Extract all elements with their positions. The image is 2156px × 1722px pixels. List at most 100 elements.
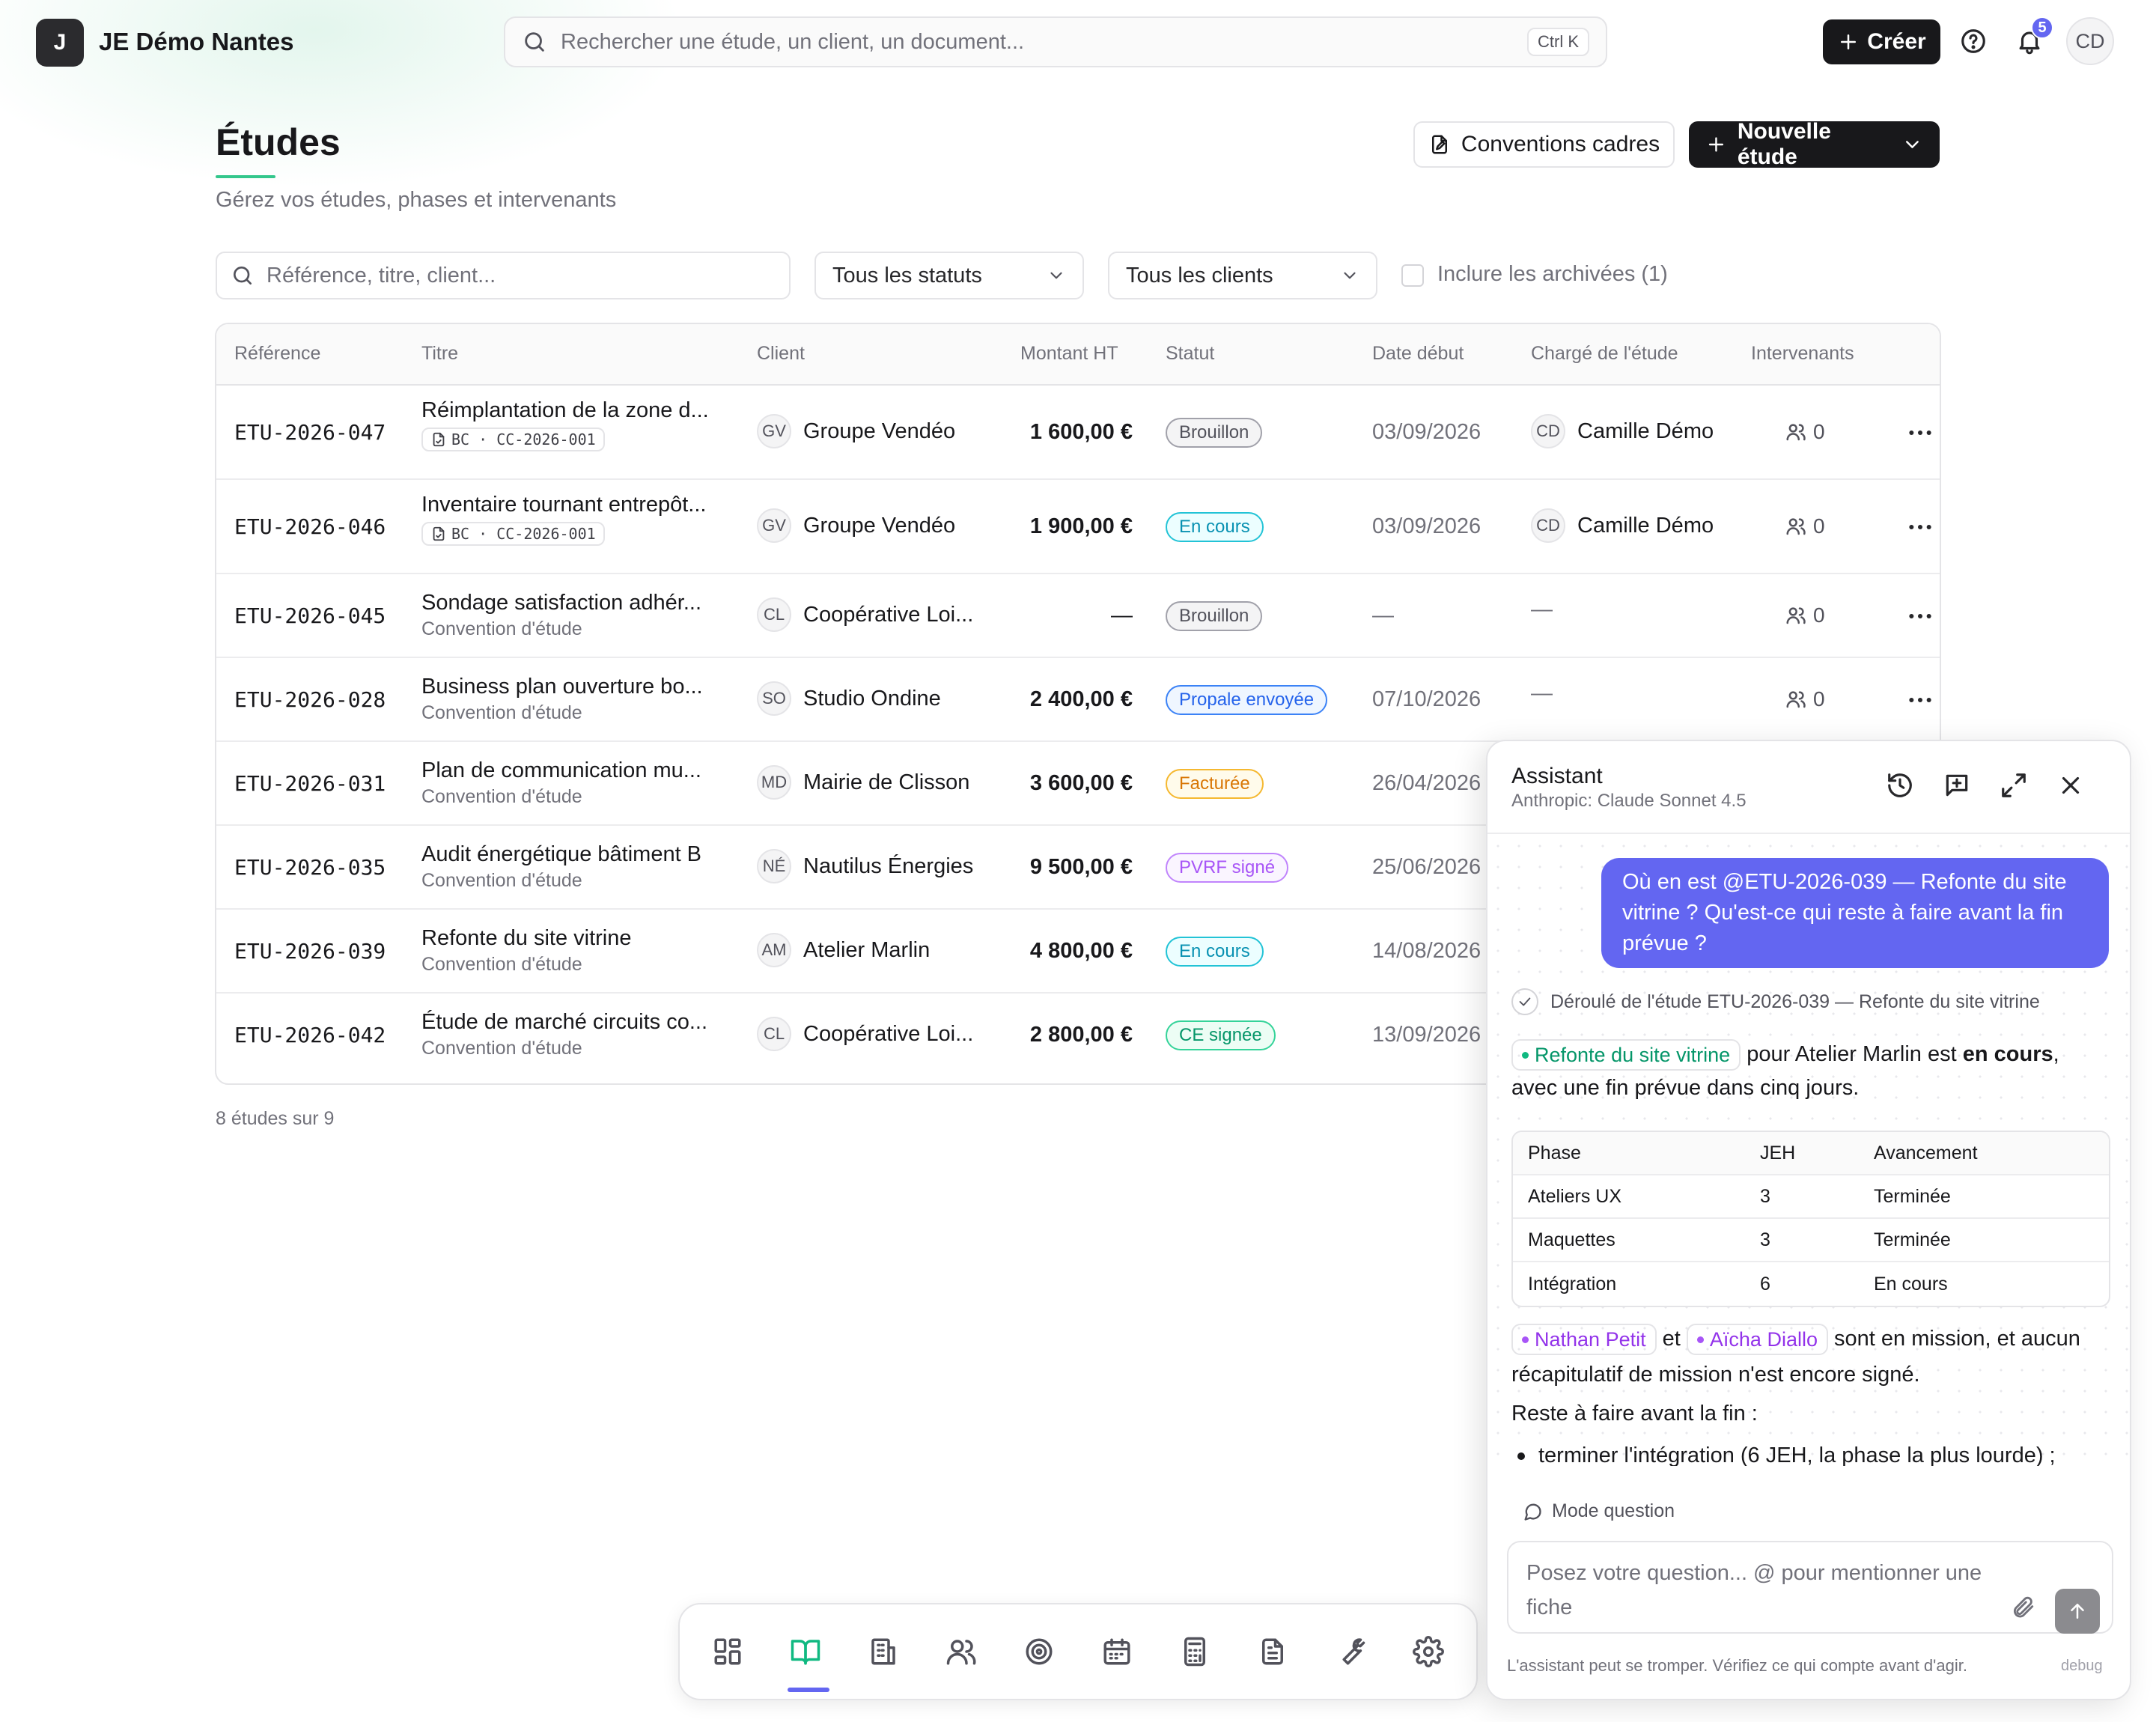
manager-name: Camille Démo bbox=[1577, 419, 1714, 443]
dock-accounting[interactable] bbox=[1165, 1622, 1225, 1682]
study-title-cell[interactable]: Refonte du site vitrine Convention d'étud… bbox=[421, 926, 743, 976]
dock-studies[interactable] bbox=[776, 1622, 835, 1692]
row-actions-button[interactable] bbox=[1905, 685, 1935, 715]
person-mention-chip[interactable]: Nathan Petit bbox=[1511, 1324, 1657, 1356]
create-button[interactable]: Créer bbox=[1823, 19, 1940, 64]
client-name: Mairie de Clisson bbox=[803, 770, 970, 794]
study-reference[interactable]: ETU-2026-028 bbox=[234, 687, 386, 712]
dock-tools[interactable] bbox=[1321, 1622, 1380, 1682]
column-amount[interactable]: Montant HT bbox=[1020, 343, 1118, 365]
row-actions-button[interactable] bbox=[1905, 601, 1935, 631]
client-cell[interactable]: AM Atelier Marlin bbox=[757, 933, 930, 967]
row-actions-button[interactable] bbox=[1905, 418, 1935, 448]
intervenants-cell[interactable]: 0 bbox=[1785, 514, 1825, 538]
client-cell[interactable]: NÉ Nautilus Énergies bbox=[757, 849, 973, 883]
study-reference[interactable]: ETU-2026-045 bbox=[234, 603, 386, 628]
study-title-cell[interactable]: Réimplantation de la zone d... BC · CC-20… bbox=[421, 398, 743, 451]
debug-link[interactable]: debug bbox=[2061, 1658, 2103, 1675]
assistant-conversation[interactable]: Où en est @ETU-2026-039 — Refonte du sit… bbox=[1487, 836, 2130, 1466]
new-chat-icon[interactable] bbox=[1943, 771, 1971, 800]
send-button[interactable] bbox=[2055, 1589, 2100, 1634]
row-actions-button[interactable] bbox=[1905, 512, 1935, 542]
history-icon[interactable] bbox=[1886, 771, 1914, 800]
intervenants-cell[interactable]: 0 bbox=[1785, 687, 1825, 711]
phases-table-row: Intégration 6 En cours bbox=[1513, 1262, 2109, 1306]
assistant-model: Anthropic: Claude Sonnet 4.5 bbox=[1511, 791, 1747, 811]
study-title-cell[interactable]: Business plan ouverture bo... Convention … bbox=[421, 675, 743, 724]
study-reference[interactable]: ETU-2026-047 bbox=[234, 420, 386, 445]
close-icon[interactable] bbox=[2056, 771, 2085, 800]
study-reference[interactable]: ETU-2026-042 bbox=[234, 1023, 386, 1047]
phases-table-row: Ateliers UX 3 Terminée bbox=[1513, 1175, 2109, 1219]
help-icon[interactable] bbox=[1959, 27, 1988, 55]
study-title: Audit énergétique bâtiment B bbox=[421, 842, 702, 866]
intervenants-cell[interactable]: 0 bbox=[1785, 420, 1825, 444]
study-title-cell[interactable]: Audit énergétique bâtiment B Convention d… bbox=[421, 842, 743, 892]
table-row[interactable]: ETU-2026-045 Sondage satisfaction adhér..… bbox=[216, 574, 1940, 658]
assistant-input[interactable]: Posez votre question... @ pour mentionne… bbox=[1507, 1541, 2113, 1634]
file-text-icon bbox=[1262, 1638, 1283, 1665]
archived-checkbox[interactable] bbox=[1401, 264, 1424, 287]
convention-tag[interactable]: BC · CC-2026-001 bbox=[421, 428, 605, 451]
study-reference[interactable]: ETU-2026-035 bbox=[234, 855, 386, 880]
client-cell[interactable]: MD Mairie de Clisson bbox=[757, 765, 969, 800]
column-title[interactable]: Titre bbox=[421, 343, 458, 365]
person-mention-chip[interactable]: Aïcha Diallo bbox=[1686, 1324, 1828, 1356]
dock-documents[interactable] bbox=[1243, 1622, 1303, 1682]
column-client[interactable]: Client bbox=[757, 343, 805, 365]
client-cell[interactable]: CL Coopérative Loi... bbox=[757, 597, 973, 632]
column-start-date[interactable]: Date début bbox=[1372, 343, 1464, 365]
column-reference[interactable]: Référence bbox=[234, 343, 320, 365]
client-avatar: CL bbox=[757, 1017, 791, 1051]
study-title-cell[interactable]: Sondage satisfaction adhér... Convention … bbox=[421, 591, 743, 640]
manager-cell: — bbox=[1531, 597, 1553, 622]
dock-calendar[interactable] bbox=[1087, 1622, 1147, 1682]
client-cell[interactable]: GV Groupe Vendéo bbox=[757, 508, 955, 543]
plus-icon bbox=[1841, 34, 1857, 49]
global-search[interactable]: Rechercher une étude, un client, un docu… bbox=[504, 16, 1607, 67]
column-manager[interactable]: Chargé de l'étude bbox=[1531, 343, 1678, 365]
dock-prospection[interactable] bbox=[1009, 1622, 1069, 1682]
study-reference[interactable]: ETU-2026-031 bbox=[234, 771, 386, 796]
phase-name: Maquettes bbox=[1528, 1229, 1616, 1250]
convention-tag[interactable]: BC · CC-2026-001 bbox=[421, 522, 605, 546]
study-reference[interactable]: ETU-2026-039 bbox=[234, 939, 386, 964]
tool-step[interactable]: Déroulé de l'étude ETU-2026-039 — Refont… bbox=[1511, 988, 2040, 1015]
study-title-cell[interactable]: Étude de marché circuits co... Convention… bbox=[421, 1010, 743, 1059]
client-cell[interactable]: SO Studio Ondine bbox=[757, 681, 941, 716]
study-search-input[interactable]: Référence, titre, client... bbox=[216, 252, 791, 299]
archived-checkbox-label[interactable]: Inclure les archivées (1) bbox=[1437, 262, 1668, 287]
column-intervenants[interactable]: Intervenants bbox=[1751, 343, 1854, 365]
dock-settings[interactable] bbox=[1398, 1622, 1458, 1682]
study-title-cell[interactable]: Inventaire tournant entrepôt... BC · CC-2… bbox=[421, 493, 743, 546]
status-filter-select[interactable]: Tous les statuts bbox=[814, 252, 1084, 299]
client-cell[interactable]: GV Groupe Vendéo bbox=[757, 414, 955, 448]
user-avatar[interactable]: CD bbox=[2066, 17, 2114, 65]
study-subtitle: Convention d'étude bbox=[421, 954, 582, 975]
file-check-icon bbox=[433, 526, 445, 541]
table-row[interactable]: ETU-2026-047 Réimplantation de la zone d.… bbox=[216, 386, 1940, 480]
dock-members[interactable] bbox=[931, 1622, 991, 1682]
study-amount: — bbox=[1111, 603, 1133, 627]
study-amount: 1 600,00 € bbox=[1029, 420, 1133, 444]
new-study-button[interactable]: Nouvelle étude bbox=[1689, 119, 1940, 169]
mode-label: Mode question bbox=[1552, 1500, 1675, 1521]
client-cell[interactable]: CL Coopérative Loi... bbox=[757, 1017, 973, 1051]
dock-dashboard[interactable] bbox=[698, 1622, 758, 1682]
client-filter-select[interactable]: Tous les clients bbox=[1108, 252, 1377, 299]
study-mention-chip[interactable]: Refonte du site vitrine bbox=[1511, 1039, 1741, 1071]
table-row[interactable]: ETU-2026-028 Business plan ouverture bo..… bbox=[216, 658, 1940, 742]
phase-jeh: 3 bbox=[1760, 1229, 1770, 1250]
dock-clients[interactable] bbox=[853, 1622, 913, 1682]
intervenants-cell[interactable]: 0 bbox=[1785, 603, 1825, 627]
table-row[interactable]: ETU-2026-046 Inventaire tournant entrepôt… bbox=[216, 480, 1940, 574]
column-status[interactable]: Statut bbox=[1166, 343, 1214, 365]
expand-icon[interactable] bbox=[2000, 771, 2028, 800]
study-reference[interactable]: ETU-2026-046 bbox=[234, 514, 386, 539]
paperclip-icon[interactable] bbox=[2010, 1595, 2035, 1620]
target-icon bbox=[1026, 1638, 1053, 1665]
app-logo[interactable]: J bbox=[36, 19, 84, 67]
mode-selector[interactable]: Mode question bbox=[1522, 1500, 1675, 1522]
study-title-cell[interactable]: Plan de communication mu... Convention d'… bbox=[421, 758, 743, 808]
conventions-button[interactable]: Conventions cadres bbox=[1413, 121, 1675, 168]
